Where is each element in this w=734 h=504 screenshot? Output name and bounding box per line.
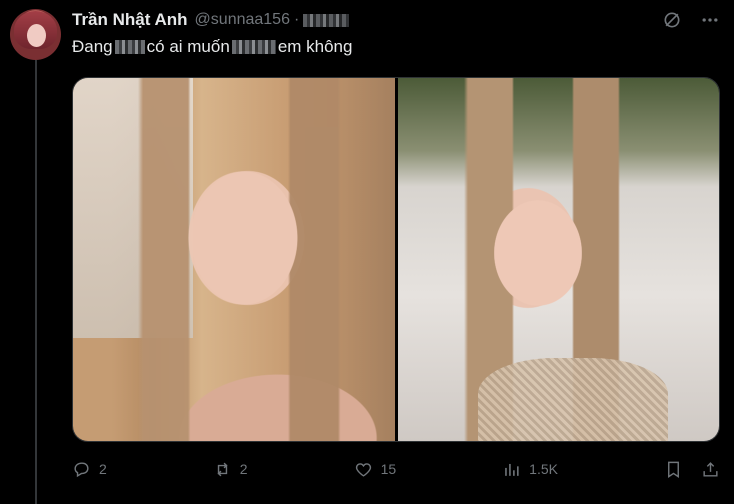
user-handle[interactable]: @sunnaa156 bbox=[195, 11, 290, 29]
share-icon bbox=[703, 461, 718, 477]
thread-line bbox=[35, 60, 37, 504]
action-pair bbox=[664, 460, 720, 479]
grok-icon[interactable] bbox=[662, 10, 682, 30]
tweet-text-part1: Đang bbox=[72, 37, 113, 56]
media-grid bbox=[72, 77, 720, 442]
like-count: 15 bbox=[380, 461, 397, 477]
views-button[interactable]: 1.5K bbox=[502, 460, 558, 479]
views-icon bbox=[505, 463, 519, 476]
tweet-text: Đang có ai muốn em không bbox=[72, 37, 352, 57]
display-name[interactable]: Trần Nhật Anh bbox=[72, 10, 188, 30]
reply-icon bbox=[74, 461, 89, 477]
media-photo[interactable] bbox=[73, 78, 395, 441]
repost-icon bbox=[217, 462, 228, 476]
separator-dot: · bbox=[293, 11, 300, 28]
tweet-text-part2: có ai muốn bbox=[146, 37, 230, 56]
share-button[interactable] bbox=[701, 460, 720, 479]
reply-button[interactable]: 2 bbox=[72, 460, 107, 479]
tweet-text-part3: em không bbox=[277, 37, 353, 56]
bookmark-icon bbox=[668, 461, 679, 478]
views-count: 1.5K bbox=[529, 461, 558, 477]
redacted-word bbox=[231, 40, 276, 54]
tweet-actions: 2 2 15 1.5K bbox=[72, 456, 720, 482]
like-button[interactable]: 15 bbox=[354, 460, 397, 479]
avatar-face bbox=[27, 24, 46, 47]
more-icon[interactable] bbox=[700, 10, 720, 30]
avatar[interactable] bbox=[10, 9, 61, 60]
redacted-timestamp bbox=[303, 13, 350, 27]
heart-icon bbox=[355, 462, 371, 477]
reply-count: 2 bbox=[99, 461, 107, 477]
tweet-header: Trần Nhật Anh @sunnaa156 · bbox=[72, 9, 350, 31]
repost-count: 2 bbox=[239, 461, 248, 477]
media-photo[interactable] bbox=[397, 78, 719, 441]
redacted-word bbox=[114, 40, 145, 54]
bookmark-button[interactable] bbox=[664, 460, 683, 479]
repost-button[interactable]: 2 bbox=[213, 460, 248, 479]
header-actions bbox=[662, 10, 720, 30]
